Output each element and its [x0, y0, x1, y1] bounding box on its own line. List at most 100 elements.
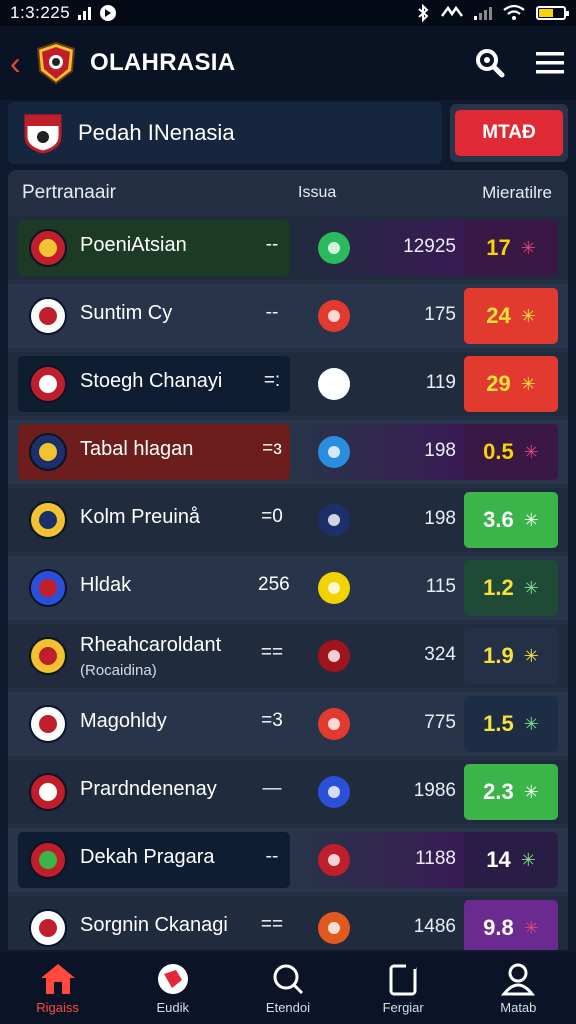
- table-row[interactable]: Kolm Preuinå =0 198 3.6 ✳: [8, 488, 568, 552]
- profile-icon: [501, 963, 536, 995]
- row-count: 775: [424, 712, 456, 733]
- table-row[interactable]: Rheahcaroldant (Rocaidina) == 324 1.9 ✳: [8, 624, 568, 688]
- table-row[interactable]: Prardndenenay — 1986 2.3 ✳: [8, 760, 568, 824]
- team-badge-icon: [29, 501, 67, 539]
- league-name: Pedah INenasia: [78, 120, 235, 145]
- bottom-nav: Rigaiss Eudik Etendoi Fergiar Matab: [0, 952, 576, 1024]
- search-button[interactable]: [474, 47, 506, 79]
- nav-label: Matab: [500, 999, 537, 1015]
- opponent-badge-icon: [318, 436, 350, 468]
- odds-button[interactable]: 1.2 ✳: [464, 560, 558, 616]
- menu-button[interactable]: [534, 47, 566, 79]
- team-name: Prardndenenay: [80, 778, 217, 800]
- table-row[interactable]: Magohldy =3 775 1.5 ✳: [8, 692, 568, 756]
- row-separator: --: [265, 234, 279, 255]
- team-badge-icon: [29, 637, 67, 675]
- favorite-star-icon[interactable]: ✳: [524, 714, 539, 735]
- favorite-star-icon[interactable]: ✳: [521, 374, 536, 395]
- tablet-icon: [389, 962, 417, 995]
- opponent-badge-icon: [318, 640, 350, 672]
- opponent-badge-icon: [318, 572, 350, 604]
- nav-label: Etendoi: [265, 999, 311, 1015]
- league-selector[interactable]: Pedah INenasia: [8, 102, 442, 164]
- row-count: 1986: [413, 780, 456, 801]
- row-count: 198: [424, 508, 456, 529]
- odds-value: 24: [486, 303, 511, 328]
- odds-button[interactable]: 9.8 ✳: [464, 900, 558, 950]
- team-name: Dekah Pragara: [80, 846, 215, 868]
- odds-button[interactable]: 2.3 ✳: [464, 764, 558, 820]
- odds-value: 2.3: [483, 779, 514, 804]
- odds-button[interactable]: 29 ✳: [464, 356, 558, 412]
- odds-button[interactable]: 24 ✳: [464, 288, 558, 344]
- favorite-star-icon[interactable]: ✳: [524, 918, 539, 939]
- opponent-badge-icon: [318, 844, 350, 876]
- odds-button[interactable]: 14 ✳: [464, 832, 558, 888]
- table-header: Pertranaair Issua Mieratilre: [8, 170, 568, 216]
- column-right: Mieratilre: [482, 183, 552, 202]
- favorite-star-icon[interactable]: ✳: [521, 238, 536, 259]
- nav-search[interactable]: Etendoi: [238, 962, 338, 1015]
- row-count: 119: [425, 372, 456, 393]
- odds-button[interactable]: 1.9 ✳: [464, 628, 558, 684]
- team-name: Stoegh Chanayi: [80, 370, 223, 392]
- favorite-star-icon[interactable]: ✳: [524, 442, 539, 463]
- favorite-star-icon[interactable]: ✳: [524, 782, 539, 803]
- status-time: 1:3:225: [10, 3, 71, 22]
- favorite-star-icon[interactable]: ✳: [524, 646, 539, 667]
- table-row[interactable]: Tabal hlagan =ɜ 198 0.5 ✳: [8, 420, 568, 484]
- row-separator: --: [265, 302, 279, 323]
- odds-value: 1.2: [483, 575, 514, 600]
- row-separator: =0: [261, 506, 283, 527]
- match-button[interactable]: MTAƉ: [450, 104, 568, 162]
- row-separator: =3: [261, 710, 283, 731]
- team-badge-icon: [29, 909, 67, 947]
- table-row[interactable]: PoeniAtsian -- 12925 17 ✳: [8, 216, 568, 280]
- row-separator: --: [265, 846, 279, 867]
- favorite-star-icon[interactable]: ✳: [521, 306, 536, 327]
- table-row[interactable]: Suntim Cy -- 175 24 ✳: [8, 284, 568, 348]
- nav-label: Eudik: [156, 999, 190, 1015]
- team-badge-icon: [29, 705, 67, 743]
- team-badge-icon: [29, 297, 67, 335]
- nav-profile[interactable]: Matab: [468, 962, 568, 1015]
- team-badge-icon: [29, 365, 67, 403]
- standings-table: Pertranaair Issua Mieratilre PoeniAtsian…: [8, 170, 568, 950]
- favorite-star-icon[interactable]: ✳: [524, 578, 539, 599]
- odds-button[interactable]: 0.5 ✳: [464, 424, 558, 480]
- table-row[interactable]: Dekah Pragara -- 1188 14 ✳: [8, 828, 568, 892]
- odds-value: 29: [486, 371, 511, 396]
- table-row[interactable]: Sorgnin Ckanagi == 1486 9.8 ✳: [8, 896, 568, 950]
- table-row[interactable]: Stoegh Chanayi =: 119 29 ✳: [8, 352, 568, 416]
- row-separator: 256: [258, 574, 290, 595]
- battery-icon: [536, 6, 569, 20]
- opponent-badge-icon: [318, 708, 350, 740]
- status-bar: 1:3:225: [0, 0, 576, 26]
- row-count: 324: [424, 644, 456, 665]
- favorite-star-icon[interactable]: ✳: [521, 850, 536, 871]
- back-chevron-icon[interactable]: ‹: [10, 47, 30, 79]
- nav-sport[interactable]: Eudik: [123, 962, 223, 1015]
- home-icon: [40, 963, 75, 994]
- row-count: 1188: [415, 848, 456, 869]
- search-icon: [476, 49, 505, 78]
- column-mid: Issua: [298, 184, 337, 201]
- table-row[interactable]: Hldak 256 115 1.2 ✳: [8, 556, 568, 620]
- nav-tablet[interactable]: Fergiar: [353, 962, 453, 1015]
- app-title: OLAHRASIA: [90, 49, 236, 76]
- row-separator: ==: [260, 642, 284, 663]
- odds-button[interactable]: 17 ✳: [464, 220, 558, 276]
- nav-label: Fergiar: [382, 999, 424, 1015]
- team-badge-icon: [29, 841, 67, 879]
- odds-button[interactable]: 1.5 ✳: [464, 696, 558, 752]
- nav-label: Rigaiss: [36, 999, 79, 1015]
- row-separator: —: [262, 778, 282, 799]
- odds-button[interactable]: 3.6 ✳: [464, 492, 558, 548]
- team-badge-icon: [29, 569, 67, 607]
- opponent-badge-icon: [318, 912, 350, 944]
- nav-home[interactable]: Rigaiss: [8, 962, 108, 1015]
- odds-value: 3.6: [483, 507, 514, 532]
- team-badge-icon: [29, 229, 67, 267]
- favorite-star-icon[interactable]: ✳: [524, 510, 539, 531]
- column-team: Pertranaair: [22, 182, 116, 203]
